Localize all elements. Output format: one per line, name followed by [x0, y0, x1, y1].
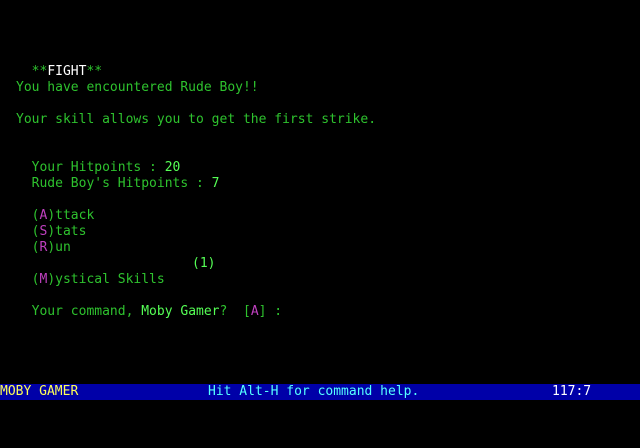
- title-stars-left: **: [31, 64, 48, 79]
- menu-option-attack[interactable]: (A)ttack: [16, 192, 95, 223]
- enemy-hitpoints-value: 7: [211, 176, 220, 191]
- paren-close: ): [47, 272, 56, 287]
- title-text: FIGHT: [47, 64, 87, 79]
- run-label: un: [55, 240, 71, 255]
- prompt-suffix: ?: [219, 304, 243, 319]
- prompt-colon: :: [266, 304, 283, 319]
- prompt-prefix: Your command,: [31, 304, 142, 319]
- paren-close: ): [47, 240, 56, 255]
- status-time: 117:7: [552, 384, 592, 399]
- menu-option-stats[interactable]: (S)tats: [16, 208, 87, 239]
- fight-title: **FIGHT**: [16, 48, 102, 79]
- encounter-message: You have encountered Rude Boy!!: [16, 80, 259, 95]
- title-stars-right: **: [86, 64, 103, 79]
- status-help-text: Hit Alt-H for command help.: [208, 384, 420, 399]
- menu-option-run[interactable]: (R)un: [16, 224, 71, 255]
- prompt-default-open: [: [243, 304, 251, 319]
- mystical-skills-count: (1): [192, 256, 216, 271]
- status-bar: MOBY GAMER Hit Alt-H for command help. 1…: [0, 384, 640, 400]
- prompt-player-name: Moby Gamer: [141, 304, 220, 319]
- first-strike-message: Your skill allows you to get the first s…: [16, 112, 377, 127]
- command-prompt[interactable]: Your command, Moby Gamer? [A] :: [16, 288, 282, 319]
- menu-option-mystical-skills[interactable]: (M)ystical Skills: [16, 256, 165, 287]
- status-player-name: MOBY GAMER: [0, 384, 79, 399]
- mystical-label: ystical Skills: [55, 272, 165, 287]
- prompt-default-key: A: [250, 304, 259, 319]
- your-hitpoints: Your Hitpoints : 20: [16, 144, 181, 175]
- enemy-hitpoints: Rude Boy's Hitpoints : 7: [16, 160, 220, 191]
- enemy-hitpoints-label: Rude Boy's Hitpoints :: [31, 176, 212, 191]
